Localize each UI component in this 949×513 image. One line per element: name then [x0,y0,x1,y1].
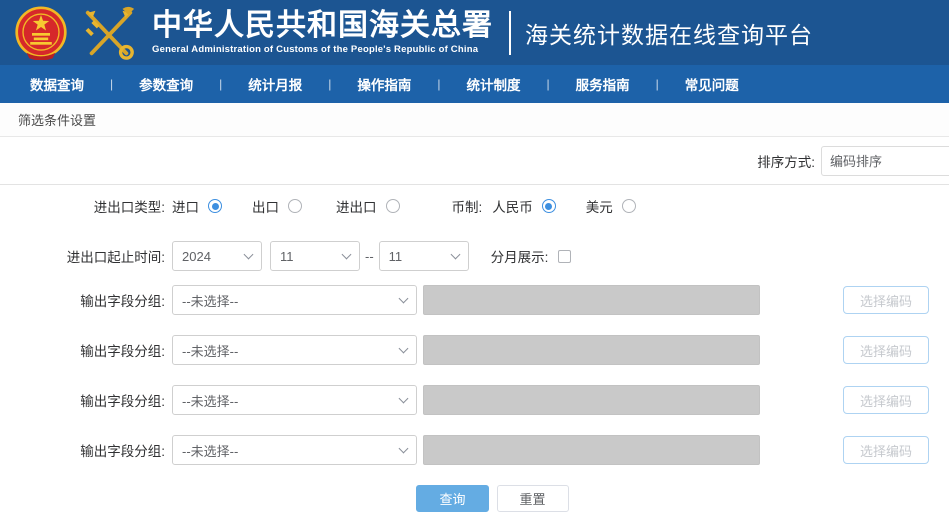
radio-import[interactable]: 进口 [172,196,222,216]
nav-separator: | [547,77,550,91]
radio-rmb[interactable]: 人民币 [492,196,556,216]
radio-usd[interactable]: 美元 [586,196,636,216]
year-select[interactable]: 2024 [172,241,262,271]
radio-export[interactable]: 出口 [252,196,302,216]
end-month-select[interactable]: 11 [379,241,469,271]
pick-code-button[interactable]: 选择编码 [843,286,929,314]
date-separator: -- [365,249,374,264]
monthly-display-label: 分月展示: [491,246,549,266]
nav-separator: | [437,77,440,91]
currency-label: 币制: [452,196,483,216]
radio-export-circle-icon[interactable] [288,199,302,213]
main-nav: 数据查询 | 参数查询 | 统计月报 | 操作指南 | 统计制度 | 服务指南 … [0,65,949,103]
monthly-display-group: 分月展示: [491,246,572,266]
monthly-display-checkbox[interactable] [558,250,571,263]
output-group-row-1: 输出字段分组: --未选择-- 选择编码 [0,285,949,315]
customs-key-logo-icon [78,5,140,61]
nav-item-monthly-report[interactable]: 统计月报 [248,74,302,94]
currency-group: 币制: 人民币 美元 [452,196,636,216]
output-group-row-2: 输出字段分组: --未选择-- 选择编码 [0,335,949,365]
output-group-select[interactable]: --未选择-- [172,335,417,365]
nav-separator: | [219,77,222,91]
chevron-down-icon [450,249,460,259]
filter-form: 进出口类型: 进口 出口 进出口 币制: 人民币 美元 进出口起止时 [0,185,949,512]
sort-label: 排序方式: [757,151,815,171]
nav-item-param-query[interactable]: 参数查询 [139,74,193,94]
action-bar: 查询 重置 [18,485,949,512]
code-input [423,435,760,465]
code-input [423,335,760,365]
sort-select-value: 编码排序 [830,151,882,170]
platform-title: 海关统计数据在线查询平台 [525,16,813,50]
nav-item-operation-guide[interactable]: 操作指南 [357,74,411,94]
output-group-select[interactable]: --未选择-- [172,285,417,315]
pick-code-button[interactable]: 选择编码 [843,386,929,414]
radio-import-export[interactable]: 进出口 [336,196,400,216]
pick-code-button[interactable]: 选择编码 [843,436,929,464]
date-range-label: 进出口起止时间: [0,246,165,266]
pick-code-button[interactable]: 选择编码 [843,336,929,364]
output-group-select[interactable]: --未选择-- [172,385,417,415]
output-group-row-4: 输出字段分组: --未选择-- 选择编码 [0,435,949,465]
code-input [423,385,760,415]
section-title: 筛选条件设置 [18,110,96,129]
nav-item-statistics-system[interactable]: 统计制度 [467,74,521,94]
output-group-label: 输出字段分组: [0,340,165,360]
nav-separator: | [328,77,331,91]
nav-separator: | [110,77,113,91]
output-group-label: 输出字段分组: [0,390,165,410]
radio-rmb-circle-icon[interactable] [542,199,556,213]
output-group-row-3: 输出字段分组: --未选择-- 选择编码 [0,385,949,415]
radio-import-circle-icon[interactable] [208,199,222,213]
national-emblem-icon [14,6,68,60]
filter-section-bar: 筛选条件设置 [0,103,949,137]
radio-usd-circle-icon[interactable] [622,199,636,213]
sort-row: 排序方式: 编码排序 [0,137,949,185]
date-range-row: 进出口起止时间: 2024 11 -- 11 分月展示: [0,241,949,271]
trade-type-label: 进出口类型: [0,196,165,216]
trade-type-row: 进出口类型: 进口 出口 进出口 币制: 人民币 美元 [0,192,949,220]
chevron-down-icon [399,393,409,403]
nav-item-faq[interactable]: 常见问题 [685,74,739,94]
reset-button[interactable]: 重置 [497,485,569,512]
chevron-down-icon [399,443,409,453]
chevron-down-icon [399,343,409,353]
output-group-label: 输出字段分组: [0,290,165,310]
nav-item-data-query[interactable]: 数据查询 [30,74,84,94]
query-button[interactable]: 查询 [416,485,488,512]
output-group-label: 输出字段分组: [0,440,165,460]
radio-import-export-circle-icon[interactable] [386,199,400,213]
chevron-down-icon [244,249,254,259]
chevron-down-icon [399,293,409,303]
header-divider [509,11,511,55]
header: 中华人民共和国海关总署 General Administration of Cu… [0,0,949,65]
output-group-select[interactable]: --未选择-- [172,435,417,465]
nav-separator: | [656,77,659,91]
org-title: 中华人民共和国海关总署 [152,10,493,42]
sort-order-select[interactable]: 编码排序 [821,146,949,176]
chevron-down-icon [342,249,352,259]
nav-item-service-guide[interactable]: 服务指南 [576,74,630,94]
org-subtitle: General Administration of Customs of the… [152,44,493,55]
start-month-select[interactable]: 11 [270,241,360,271]
code-input [423,285,760,315]
